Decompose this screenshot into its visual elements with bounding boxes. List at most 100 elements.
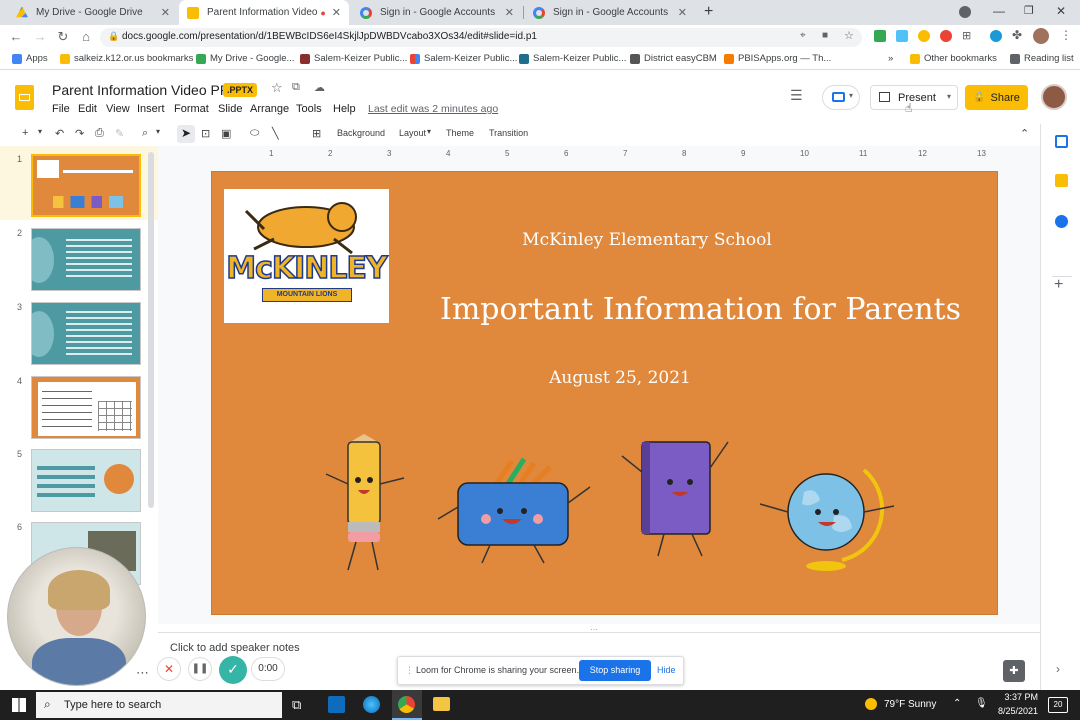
print-icon[interactable]: ⎙	[95, 127, 104, 140]
extension-coin-icon[interactable]	[918, 30, 930, 42]
minimize-button[interactable]: —	[993, 4, 1005, 18]
comments-icon[interactable]: ☰	[790, 87, 803, 104]
reading-list-button[interactable]: Reading list	[1010, 53, 1074, 64]
calendar-icon[interactable]	[1055, 135, 1068, 148]
select-tool[interactable]: ➤	[177, 125, 195, 143]
close-icon[interactable]: ✕	[161, 6, 170, 19]
slide-heading[interactable]: Important Information for Parents	[440, 292, 961, 327]
slides-logo-icon[interactable]	[15, 85, 34, 110]
camera-icon[interactable]: ■	[822, 30, 828, 41]
chevron-down-icon[interactable]: ▾	[156, 127, 160, 136]
stop-sharing-button[interactable]: Stop sharing	[579, 660, 651, 681]
windows-start-icon[interactable]	[12, 698, 26, 712]
menu-insert[interactable]: Insert	[137, 103, 165, 115]
chevron-up-icon[interactable]: ⌃	[953, 698, 961, 709]
bookmarks-overflow-button[interactable]: »	[888, 53, 893, 64]
explore-button[interactable]: ✚	[1003, 660, 1025, 682]
star-icon[interactable]: ☆	[844, 29, 854, 42]
slide-date[interactable]: August 25, 2021	[532, 368, 708, 388]
bookmark-salem-2[interactable]: Salem-Keizer Public...	[410, 53, 517, 64]
bookmark-salem-1[interactable]: Salem-Keizer Public...	[300, 53, 407, 64]
undo-icon[interactable]: ↶	[55, 127, 64, 140]
user-avatar[interactable]	[1041, 84, 1067, 110]
menu-file[interactable]: File	[52, 103, 70, 115]
menu-view[interactable]: View	[106, 103, 130, 115]
reload-button[interactable]: ↻	[55, 29, 71, 45]
add-comment-icon[interactable]: ⊞	[312, 127, 321, 140]
outlook-icon[interactable]	[328, 696, 345, 713]
slide-thumbnail-5[interactable]	[31, 449, 141, 512]
chrome-taskbar-button[interactable]	[392, 690, 422, 720]
document-title[interactable]: Parent Information Video PP	[52, 82, 229, 98]
weather-sun-icon[interactable]	[865, 698, 877, 710]
finish-recording-button[interactable]: ✓	[219, 656, 247, 684]
profile-avatar[interactable]	[1033, 28, 1049, 44]
image-icon[interactable]: ▣	[221, 127, 231, 140]
webcam-bubble[interactable]	[7, 547, 146, 686]
tasks-icon[interactable]	[1055, 215, 1068, 228]
more-options-icon[interactable]: ⋯	[136, 665, 149, 681]
bookmark-my-drive[interactable]: My Drive - Google...	[196, 53, 294, 64]
bookmark-other[interactable]: Other bookmarks	[910, 53, 997, 64]
tab-sign-in-2[interactable]: Sign in - Google Accounts ✕	[525, 0, 695, 25]
media-control-icon[interactable]	[959, 6, 971, 18]
tab-parent-information[interactable]: Parent Information Video PP ● ✕	[179, 0, 349, 25]
new-slide-icon[interactable]: +	[22, 127, 28, 139]
close-icon[interactable]: ✕	[505, 6, 514, 19]
share-button[interactable]: 🔒 Share	[965, 85, 1028, 110]
chrome-menu-icon[interactable]: ⋮	[1060, 28, 1072, 42]
menu-slide[interactable]: Slide	[218, 103, 242, 115]
cancel-recording-button[interactable]: ✕	[157, 657, 181, 681]
chevron-down-icon[interactable]: ▾	[947, 92, 951, 101]
extension-red-icon[interactable]	[940, 30, 952, 42]
task-view-icon[interactable]: ⧉	[292, 697, 301, 713]
back-button[interactable]: ←	[8, 29, 24, 44]
transition-button[interactable]: Transition	[489, 128, 528, 138]
chevron-right-icon[interactable]: ›	[1056, 662, 1060, 676]
star-icon[interactable]: ☆	[271, 80, 283, 96]
zoom-icon[interactable]: ⌕	[142, 127, 148, 140]
meet-present-button[interactable]: ▾	[822, 85, 860, 110]
slide-thumbnail-3[interactable]	[31, 302, 141, 365]
restore-button[interactable]: ❐	[1024, 4, 1034, 17]
location-icon[interactable]: ⌖	[800, 30, 806, 41]
chevron-down-icon[interactable]: ▾	[427, 127, 431, 136]
close-window-button[interactable]: ✕	[1056, 4, 1066, 18]
redo-icon[interactable]: ↷	[75, 127, 84, 140]
keep-icon[interactable]	[1055, 174, 1068, 187]
last-edit-link[interactable]: Last edit was 2 minutes ago	[368, 103, 498, 115]
notification-badge[interactable]: 20	[1048, 697, 1068, 713]
drag-handle-icon[interactable]: ⋮	[405, 665, 414, 676]
shape-icon[interactable]: ⬭	[250, 127, 259, 140]
speaker-notes-placeholder[interactable]: Click to add speaker notes	[170, 642, 300, 654]
tab-my-drive[interactable]: My Drive - Google Drive ✕	[8, 0, 178, 25]
microphone-icon[interactable]: 🎙	[975, 698, 988, 709]
slide-thumbnail-2[interactable]	[31, 228, 141, 291]
close-icon[interactable]: ✕	[332, 6, 341, 19]
filmstrip-scrollbar[interactable]	[148, 152, 154, 508]
edge-icon[interactable]	[363, 696, 380, 713]
paint-format-icon[interactable]: ✎	[115, 127, 124, 140]
pause-recording-button[interactable]: ❚❚	[188, 657, 212, 681]
extension-loom-icon[interactable]	[990, 30, 1002, 42]
address-bar[interactable]: 🔒 docs.google.com/presentation/d/1BEWBcI…	[100, 28, 862, 47]
layout-button[interactable]: Layout	[399, 128, 426, 138]
extension-grid-icon[interactable]: ⊞	[962, 29, 971, 42]
bookmark-salkeiz[interactable]: salkeiz.k12.or.us bookmarks	[60, 53, 193, 64]
extension-download-icon[interactable]	[896, 30, 908, 42]
bookmark-easycbm[interactable]: District easyCBM	[630, 53, 717, 64]
forward-button[interactable]: →	[32, 29, 48, 44]
menu-arrange[interactable]: Arrange	[250, 103, 289, 115]
close-icon[interactable]: ✕	[678, 6, 687, 19]
home-button[interactable]: ⌂	[78, 29, 94, 44]
tab-sign-in-1[interactable]: Sign in - Google Accounts ✕	[352, 0, 522, 25]
clock-time[interactable]: 3:37 PM	[1000, 692, 1038, 702]
weather-text[interactable]: 79°F Sunny	[884, 699, 936, 710]
bookmark-salem-3[interactable]: Salem-Keizer Public...	[519, 53, 626, 64]
background-button[interactable]: Background	[337, 128, 385, 138]
chevron-down-icon[interactable]: ▾	[38, 127, 42, 136]
line-icon[interactable]: ╲	[272, 127, 279, 140]
slide-canvas[interactable]: McKINLEY MOUNTAIN LIONS McKinley Element…	[211, 171, 998, 615]
collapse-toolbar-icon[interactable]: ⌃	[1020, 127, 1029, 140]
hide-button[interactable]: Hide	[657, 665, 676, 675]
